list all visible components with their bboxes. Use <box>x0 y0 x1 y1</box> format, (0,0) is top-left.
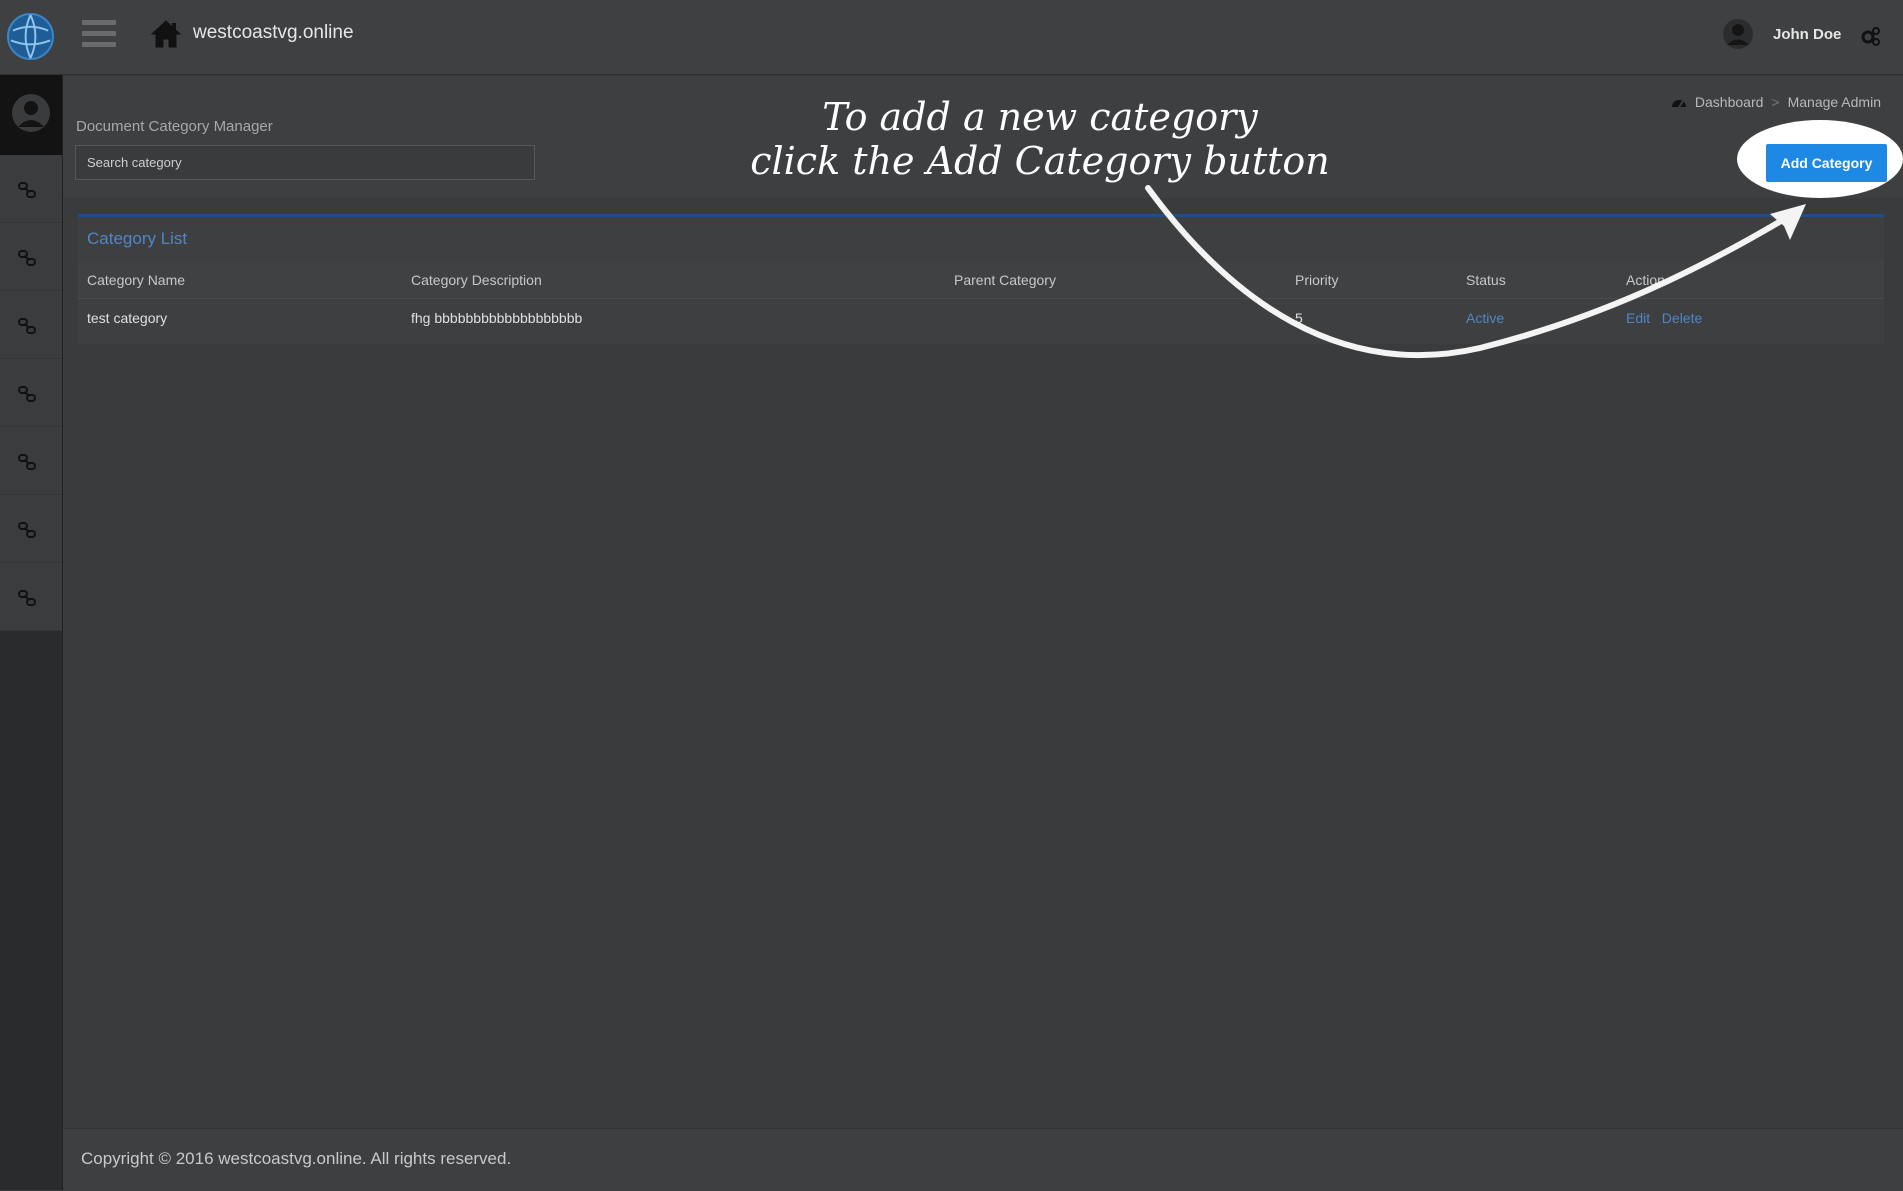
user-avatar-icon <box>12 94 50 132</box>
sidebar-item-3[interactable] <box>0 291 63 359</box>
site-name[interactable]: westcoastvg.online <box>193 22 354 44</box>
column-header: Parent Category <box>954 271 1056 288</box>
category-table: Category Name Category Description Paren… <box>78 261 1884 336</box>
add-category-button[interactable]: Add Category <box>1766 144 1887 182</box>
copyright-text: Copyright © 2016 westcoastvg.online. All… <box>81 1149 512 1168</box>
user-avatar-icon[interactable] <box>1722 18 1754 50</box>
status-link[interactable]: Active <box>1457 310 1617 326</box>
column-header: Category Name <box>87 271 186 288</box>
annotation-line-2: click the Add Category button <box>750 139 1330 183</box>
annotation-line-1: To add a new category <box>822 95 1258 139</box>
sidebar-item-1[interactable] <box>0 155 63 223</box>
tutorial-annotation: To add a new category click the Add Cate… <box>700 95 1380 183</box>
column-header: Category Description <box>411 271 542 288</box>
breadcrumb-separator: > <box>1771 94 1780 110</box>
edit-link[interactable]: Edit <box>1626 310 1650 326</box>
category-name-cell: test category <box>87 309 168 326</box>
column-header: Action <box>1626 271 1665 288</box>
column-header: Status <box>1466 271 1506 288</box>
sidebar-divider <box>62 75 63 1190</box>
breadcrumb: Dashboard > Manage Admin <box>1671 94 1881 110</box>
link-icon <box>18 250 36 266</box>
action-cell: Edit Delete <box>1617 310 1884 326</box>
category-description-cell: fhg bbbbbbbbbbbbbbbbbbb <box>411 309 583 326</box>
table-row: test category fhg bbbbbbbbbbbbbbbbbbb 5 … <box>78 299 1884 336</box>
panel-title: Category List <box>87 229 188 248</box>
link-icon <box>18 454 36 470</box>
link-icon <box>18 182 36 198</box>
link-icon <box>18 522 36 538</box>
category-list-panel: Category List Category Name Category Des… <box>78 214 1884 344</box>
link-icon <box>18 318 36 334</box>
hamburger-menu-icon[interactable] <box>82 20 116 50</box>
priority-cell: 5 <box>1295 309 1303 326</box>
globe-logo-icon[interactable] <box>7 13 54 60</box>
breadcrumb-manage-admin: Manage Admin <box>1787 94 1881 110</box>
breadcrumb-dashboard[interactable]: Dashboard <box>1695 94 1764 110</box>
column-header: Priority <box>1295 271 1339 288</box>
table-header-row: Category Name Category Description Paren… <box>78 261 1884 299</box>
page-title: Document Category Manager <box>76 118 273 135</box>
sidebar-item-4[interactable] <box>0 359 63 427</box>
delete-link[interactable]: Delete <box>1662 310 1702 326</box>
home-icon[interactable] <box>150 18 182 50</box>
sidebar-item-5[interactable] <box>0 427 63 495</box>
sidebar-item-2[interactable] <box>0 223 63 291</box>
settings-gears-icon[interactable] <box>1860 25 1882 47</box>
top-bar: westcoastvg.online John Doe <box>0 0 1903 75</box>
sidebar <box>0 75 63 1190</box>
sidebar-item-6[interactable] <box>0 495 63 563</box>
dashboard-icon <box>1671 100 1686 108</box>
footer: Copyright © 2016 westcoastvg.online. All… <box>63 1128 1903 1191</box>
link-icon <box>18 590 36 606</box>
user-name[interactable]: John Doe <box>1773 26 1841 43</box>
sidebar-item-7[interactable] <box>0 563 63 631</box>
link-icon <box>18 386 36 402</box>
search-input[interactable] <box>75 145 535 180</box>
sidebar-user-avatar[interactable] <box>0 75 63 155</box>
